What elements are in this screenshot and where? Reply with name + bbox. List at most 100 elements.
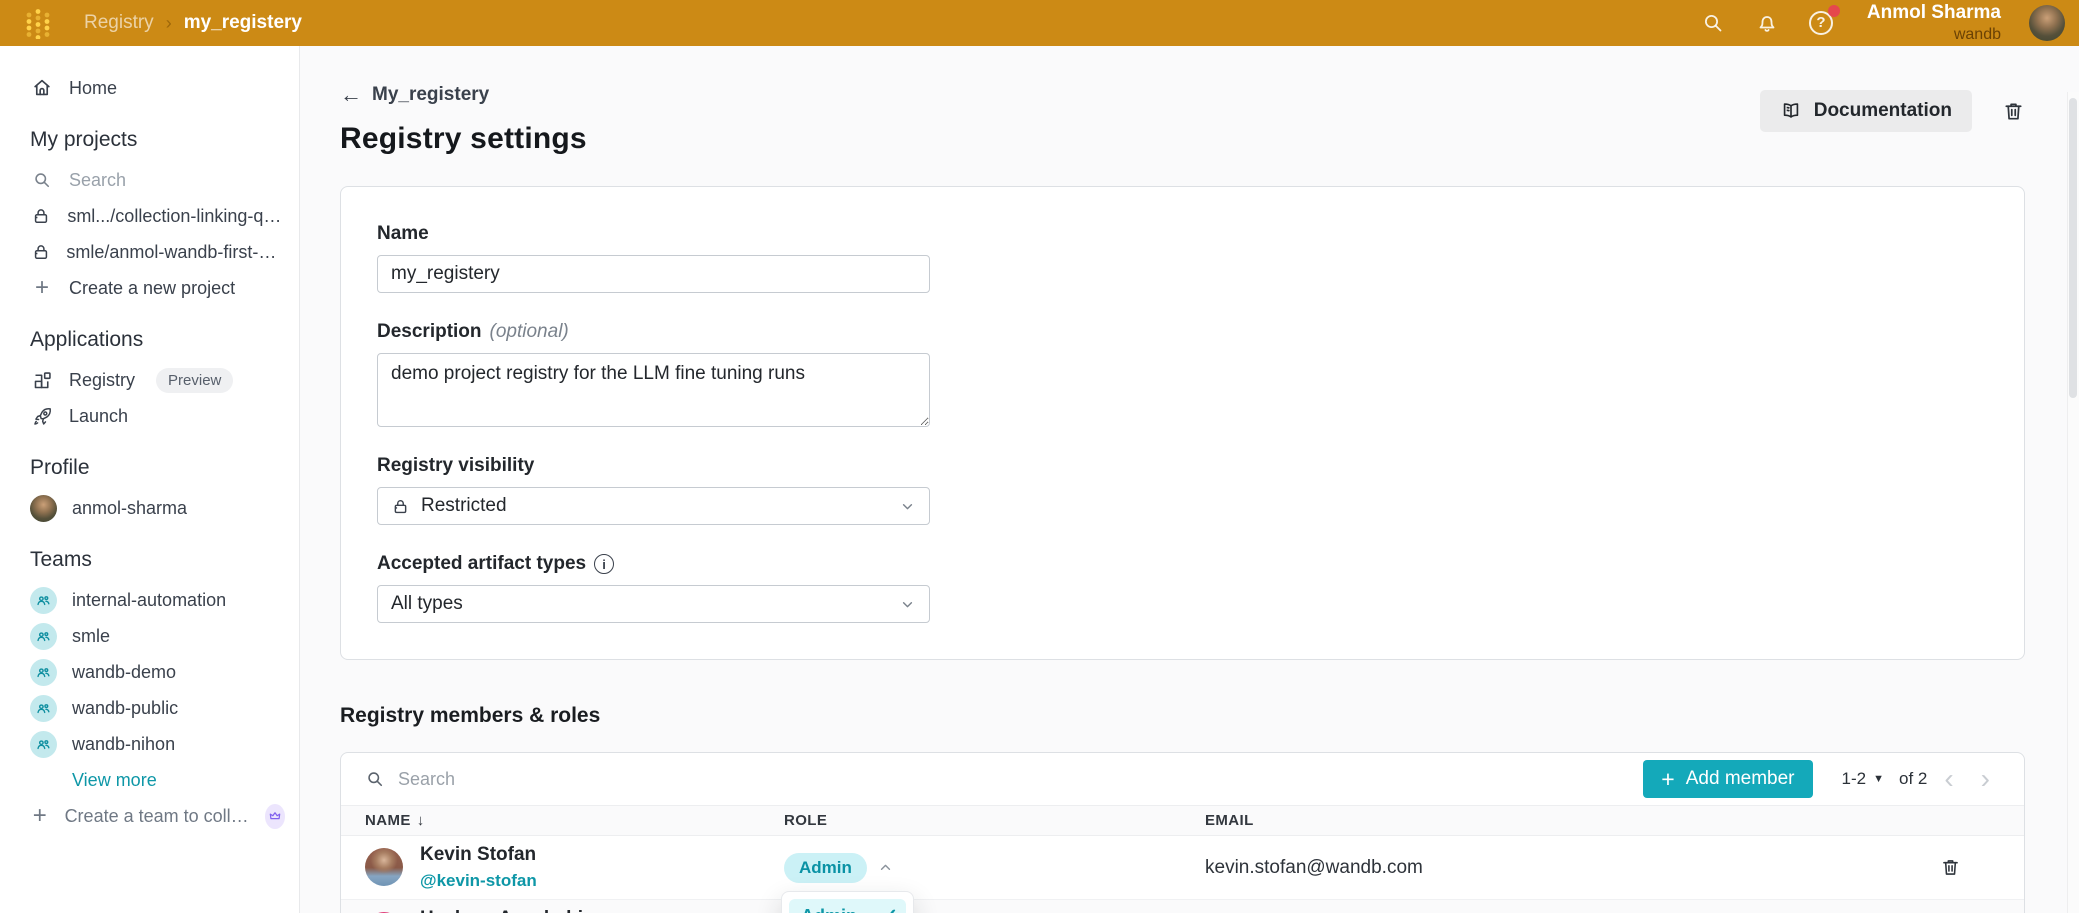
- preview-badge: Preview: [156, 367, 234, 393]
- sidebar-item-home[interactable]: Home: [0, 70, 299, 106]
- breadcrumb-current: my_registery: [183, 12, 302, 33]
- caret-down-icon[interactable]: ▼: [1873, 773, 1884, 785]
- breadcrumb: Registry › my_registery: [84, 12, 302, 34]
- sidebar-item-team[interactable]: smle: [0, 618, 299, 654]
- search-icon[interactable]: [1699, 9, 1727, 37]
- members-section-heading: Registry members & roles: [340, 704, 601, 727]
- name-input[interactable]: [377, 255, 930, 293]
- chevron-down-icon: [899, 498, 916, 515]
- registry-grid-icon: [30, 370, 54, 391]
- remove-member-trash-icon[interactable]: [1940, 857, 1961, 878]
- team-icon: [30, 694, 57, 722]
- team-name: wandb-nihon: [72, 733, 176, 754]
- member-handle[interactable]: @kevin-stofan: [420, 871, 537, 891]
- description-textarea[interactable]: demo project registry for the LLM fine t…: [377, 353, 930, 427]
- team-name: smle: [72, 625, 111, 646]
- registry-label: Registry: [69, 369, 136, 390]
- main-content: ← My_registery Registry settings Documen…: [300, 46, 2079, 913]
- pagination: 1-2 ▼ of 2 ‹ ›: [1842, 765, 2000, 793]
- wandb-logo-icon[interactable]: [24, 7, 52, 39]
- team-icon: [30, 730, 57, 758]
- team-name: wandb-demo: [72, 661, 177, 682]
- sidebar-item-registry[interactable]: Registry Preview: [0, 362, 299, 398]
- sort-descending-icon: ↓: [416, 812, 425, 829]
- search-icon: [30, 170, 54, 190]
- project-search-input[interactable]: [69, 169, 229, 191]
- notification-dot: [1827, 4, 1840, 17]
- project-name: smle/anmol-wandb-first-project: [66, 241, 285, 262]
- sidebar-item-project[interactable]: sml.../collection-linking-quic...: [0, 198, 299, 234]
- vertical-scrollbar[interactable]: [2067, 92, 2079, 913]
- view-more-link[interactable]: View more: [0, 762, 299, 798]
- user-name: Anmol Sharma: [1866, 1, 2001, 23]
- book-icon: [1780, 100, 1802, 122]
- sidebar-item-team[interactable]: internal-automation: [0, 582, 299, 618]
- sidebar-item-project[interactable]: smle/anmol-wandb-first-project: [0, 234, 299, 270]
- table-row: Hesham Assabahi @hesham-assabahi hesham.…: [341, 899, 2024, 913]
- visibility-select[interactable]: Restricted: [377, 487, 930, 525]
- name-label: Name: [377, 223, 429, 244]
- user-org: wandb: [1953, 25, 2001, 43]
- table-row: Kevin Stofan @kevin-stofan Admin kevin.s…: [341, 836, 2024, 899]
- pagination-total: of 2: [1898, 769, 1928, 788]
- sidebar-heading-profile: Profile: [30, 456, 90, 479]
- lock-icon: [30, 206, 52, 226]
- sidebar-project-search[interactable]: [0, 162, 299, 198]
- sidebar-heading-teams: Teams: [30, 548, 92, 571]
- info-icon[interactable]: i: [594, 554, 615, 574]
- create-project-label: Create a new project: [69, 277, 236, 298]
- project-name: sml.../collection-linking-quic...: [67, 205, 285, 226]
- plus-icon: +: [1661, 765, 1675, 792]
- scrollbar-thumb[interactable]: [2069, 98, 2077, 398]
- sidebar-item-team[interactable]: wandb-nihon: [0, 726, 299, 762]
- sidebar-item-launch[interactable]: Launch: [0, 398, 299, 434]
- sidebar-item-create-team[interactable]: + Create a team to collaborate: [0, 798, 299, 834]
- page-title: Registry settings: [340, 122, 587, 155]
- member-name: Hesham Assabahi: [420, 908, 583, 913]
- column-header-email[interactable]: EMAIL: [1205, 812, 1940, 829]
- chevron-down-icon: [899, 596, 916, 613]
- launch-label: Launch: [69, 405, 129, 426]
- artifact-types-value: All types: [391, 593, 463, 614]
- breadcrumb-registry[interactable]: Registry: [84, 12, 154, 34]
- top-navbar: Registry › my_registery ? Anmol Sharma w…: [0, 0, 2079, 46]
- user-menu[interactable]: Anmol Sharma wandb: [1867, 2, 2001, 44]
- avatar: [365, 848, 403, 887]
- pagination-range[interactable]: 1-2: [1842, 769, 1867, 789]
- notifications-bell-icon[interactable]: [1753, 9, 1781, 37]
- avatar[interactable]: [2029, 4, 2065, 41]
- lock-icon: [30, 242, 51, 262]
- members-table-card: + Add member 1-2 ▼ of 2 ‹ › NAME ↓ ROLE …: [340, 752, 2025, 913]
- artifact-types-label: Accepted artifact types: [377, 553, 587, 574]
- sidebar-item-profile[interactable]: anmol-sharma: [0, 490, 299, 526]
- documentation-button[interactable]: Documentation: [1759, 90, 1972, 132]
- breadcrumb-divider: ›: [165, 12, 172, 33]
- add-member-button[interactable]: + Add member: [1643, 760, 1813, 798]
- sidebar-item-team[interactable]: wandb-public: [0, 690, 299, 726]
- sidebar-item-team[interactable]: wandb-demo: [0, 654, 299, 690]
- column-header-name[interactable]: NAME ↓: [365, 812, 784, 829]
- next-page-icon[interactable]: ›: [1971, 765, 2000, 793]
- help-icon[interactable]: ?: [1807, 4, 1840, 37]
- visibility-label: Registry visibility: [377, 455, 535, 476]
- back-arrow-icon: ←: [340, 82, 362, 107]
- previous-page-icon[interactable]: ‹: [1934, 765, 1963, 793]
- back-link[interactable]: ← My_registery: [340, 82, 587, 108]
- role-pill[interactable]: Admin: [784, 852, 867, 883]
- home-icon: [30, 77, 54, 99]
- profile-username: anmol-sharma: [72, 497, 188, 518]
- sidebar-heading-my-projects: My projects: [30, 128, 138, 151]
- delete-registry-trash-icon[interactable]: [2002, 100, 2025, 123]
- crown-icon: [264, 803, 286, 829]
- team-icon: [30, 586, 57, 614]
- member-search-input[interactable]: [398, 768, 1631, 790]
- role-option-admin[interactable]: Admin ✓: [789, 899, 906, 913]
- chevron-up-icon[interactable]: [877, 859, 894, 876]
- sidebar-item-create-project[interactable]: + Create a new project: [0, 270, 299, 306]
- column-header-role[interactable]: ROLE: [784, 812, 1205, 829]
- avatar: [30, 494, 57, 522]
- create-team-label: Create a team to collaborate: [64, 805, 250, 826]
- description-optional-hint: (optional): [489, 321, 569, 342]
- sidebar: Home My projects sml.../collection-linki…: [0, 46, 300, 913]
- artifact-types-select[interactable]: All types: [377, 585, 930, 623]
